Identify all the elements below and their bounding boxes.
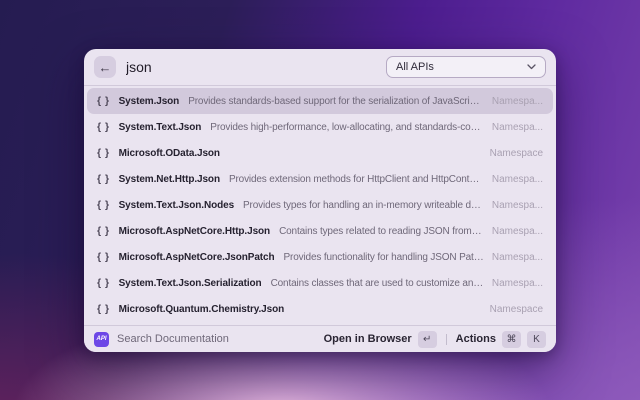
result-description: Contains classes that are used to custom… [270,277,484,289]
header: ← All APIs [84,49,556,85]
result-title: Microsoft.Quantum.Chemistry.Json [118,303,285,315]
result-row[interactable]: { } System.Text.Json.Nodes Provides type… [87,192,553,218]
result-type-badge: Namespa... [491,121,543,133]
actions-button[interactable]: Actions ⌘ K [455,330,546,348]
back-arrow-icon: ← [98,59,112,75]
result-type-badge: Namespa... [491,173,543,185]
result-row[interactable]: { } Microsoft.Quantum.Chemistry.Json Nam… [87,296,553,322]
result-type-badge: Namespace [489,147,543,159]
app-name-label: Search Documentation [117,333,229,345]
result-description: Provides functionality for handling JSON… [283,251,484,263]
namespace-braces-icon: { } [97,277,110,289]
result-description: Provides high-performance, low-allocatin… [210,121,484,133]
search-palette-window: ← All APIs { } System.Json Provides stan… [84,49,556,352]
result-type-badge: Namespa... [491,225,543,237]
result-description: Provides types for handling an in-memory… [243,199,484,211]
enter-key-badge: ↵ [417,330,437,348]
search-input[interactable] [126,59,356,75]
api-filter-dropdown[interactable]: All APIs [386,56,546,78]
namespace-braces-icon: { } [97,251,110,263]
result-title: System.Json [118,95,180,107]
open-in-browser-button[interactable]: Open in Browser ↵ [323,330,437,348]
namespace-braces-icon: { } [97,121,110,133]
result-row[interactable]: { } Microsoft.AspNetCore.JsonPatch Provi… [87,244,553,270]
namespace-braces-icon: { } [97,95,110,107]
result-row[interactable]: { } System.Net.Http.Json Provides extens… [87,166,553,192]
result-type-badge: Namespa... [491,277,543,289]
result-title: System.Text.Json.Serialization [118,277,262,289]
result-type-badge: Namespa... [491,251,543,263]
footer-actions: Open in Browser ↵ Actions ⌘ K [323,330,546,348]
results-list: { } System.Json Provides standards-based… [84,86,556,325]
actions-label: Actions [455,333,496,345]
result-title: Microsoft.AspNetCore.Http.Json [118,225,271,237]
result-title: Microsoft.OData.Json [118,147,220,159]
result-title: System.Text.Json.Nodes [118,199,235,211]
api-docs-app-icon-text: API [96,336,107,342]
result-row[interactable]: { } System.Text.Json Provides high-perfo… [87,114,553,140]
result-type-badge: Namespace [489,303,543,315]
result-row[interactable]: { } System.Json Provides standards-based… [87,88,553,114]
result-row[interactable]: { } Microsoft.AspNetCore.Http.Json Conta… [87,218,553,244]
footer: API Search Documentation Open in Browser… [84,325,556,352]
namespace-braces-icon: { } [97,225,110,237]
result-description: Provides extension methods for HttpClien… [228,173,484,185]
chevron-down-icon [527,64,536,70]
result-row[interactable]: { } System.Text.Json.Serialization Conta… [87,270,553,296]
namespace-braces-icon: { } [97,303,110,315]
result-title: Microsoft.AspNetCore.JsonPatch [118,251,275,263]
result-type-badge: Namespa... [491,95,543,107]
footer-separator [445,333,447,345]
api-filter-value: All APIs [396,61,434,73]
k-key-badge: K [527,330,546,348]
namespace-braces-icon: { } [97,199,110,211]
api-docs-app-icon: API [94,331,109,347]
namespace-braces-icon: { } [97,147,110,159]
cmd-key-badge: ⌘ [502,330,521,348]
back-button[interactable]: ← [94,56,116,78]
result-title: System.Text.Json [118,121,202,133]
namespace-braces-icon: { } [97,173,110,185]
open-in-browser-label: Open in Browser [323,333,412,345]
result-type-badge: Namespa... [491,199,543,211]
result-row[interactable]: { } Microsoft.OData.Json Namespace [87,140,553,166]
result-title: System.Net.Http.Json [118,173,220,185]
result-description: Provides standards-based support for the… [188,95,484,107]
result-description: Contains types related to reading JSON f… [279,225,484,237]
